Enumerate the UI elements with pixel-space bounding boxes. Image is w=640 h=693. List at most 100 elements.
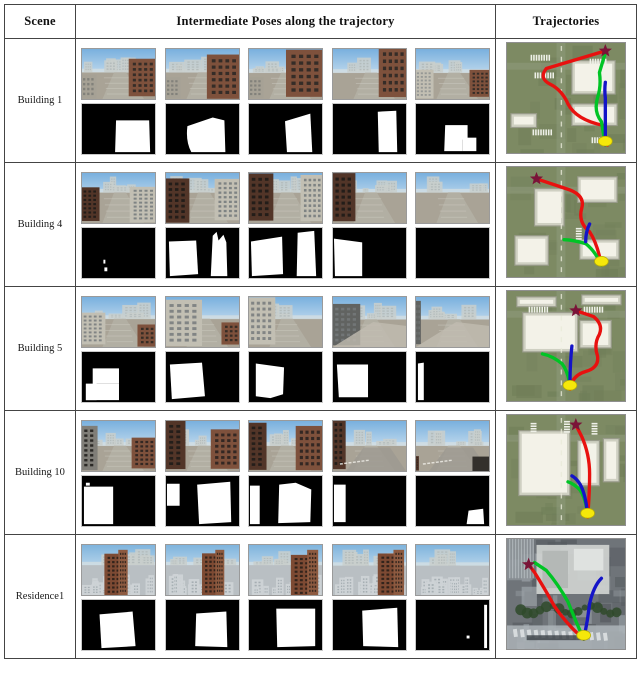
table-row: Building 10 bbox=[5, 411, 637, 535]
intermediate-poses-cell bbox=[76, 39, 496, 163]
scene-label: Building 1 bbox=[18, 95, 63, 106]
trajectory-map bbox=[506, 414, 626, 526]
pose-strip bbox=[78, 172, 493, 279]
segmentation-mask-image bbox=[332, 599, 407, 651]
trajectory-map bbox=[506, 290, 626, 402]
header-intermediate-poses: Intermediate Poses along the trajectory bbox=[76, 5, 496, 39]
pose-pair bbox=[415, 172, 490, 279]
pose-strip bbox=[78, 544, 493, 651]
pose-strip bbox=[78, 48, 493, 155]
rgb-view-image bbox=[248, 420, 323, 472]
segmentation-mask-image bbox=[165, 103, 240, 155]
rgb-view-image bbox=[332, 172, 407, 224]
rgb-view-image bbox=[165, 544, 240, 596]
pose-pair bbox=[165, 172, 240, 279]
rgb-view-image bbox=[165, 172, 240, 224]
header-trajectories: Trajectories bbox=[496, 5, 637, 39]
figure-page: Scene Intermediate Poses along the traje… bbox=[0, 4, 640, 693]
segmentation-mask-image bbox=[332, 227, 407, 279]
rgb-view-image bbox=[81, 420, 156, 472]
rgb-view-image bbox=[415, 544, 490, 596]
trajectory-cell bbox=[496, 535, 637, 659]
segmentation-mask-image bbox=[248, 351, 323, 403]
segmentation-mask-image bbox=[332, 475, 407, 527]
segmentation-mask-image bbox=[81, 351, 156, 403]
scene-label: Building 4 bbox=[18, 219, 63, 230]
segmentation-mask-image bbox=[332, 103, 407, 155]
segmentation-mask-image bbox=[415, 103, 490, 155]
pose-pair bbox=[165, 420, 240, 527]
pose-pair bbox=[332, 172, 407, 279]
rgb-view-image bbox=[165, 296, 240, 348]
segmentation-mask-image bbox=[165, 599, 240, 651]
pose-pair bbox=[81, 48, 156, 155]
scene-label-cell: Building 1 bbox=[5, 39, 76, 163]
segmentation-mask-image bbox=[248, 227, 323, 279]
segmentation-mask-image bbox=[248, 599, 323, 651]
rgb-view-image bbox=[415, 48, 490, 100]
rgb-view-image bbox=[248, 544, 323, 596]
scene-label: Building 10 bbox=[15, 467, 65, 478]
table-row: Building 5 bbox=[5, 287, 637, 411]
pose-pair bbox=[248, 420, 323, 527]
rgb-view-image bbox=[81, 296, 156, 348]
segmentation-mask-image bbox=[415, 351, 490, 403]
rgb-view-image bbox=[81, 48, 156, 100]
pose-strip bbox=[78, 296, 493, 403]
pose-pair bbox=[165, 296, 240, 403]
pose-pair bbox=[332, 48, 407, 155]
header-scene: Scene bbox=[5, 5, 76, 39]
intermediate-poses-cell bbox=[76, 287, 496, 411]
rgb-view-image bbox=[248, 48, 323, 100]
segmentation-mask-image bbox=[165, 475, 240, 527]
pose-pair bbox=[165, 544, 240, 651]
segmentation-mask-image bbox=[81, 475, 156, 527]
pose-pair bbox=[165, 48, 240, 155]
segmentation-mask-image bbox=[165, 227, 240, 279]
scene-label-cell: Building 10 bbox=[5, 411, 76, 535]
rgb-view-image bbox=[332, 48, 407, 100]
rgb-view-image bbox=[165, 48, 240, 100]
scene-label-cell: Building 4 bbox=[5, 163, 76, 287]
rgb-view-image bbox=[415, 420, 490, 472]
pose-strip bbox=[78, 420, 493, 527]
table-body: Building 1 Building 4 bbox=[5, 39, 637, 659]
segmentation-mask-image bbox=[415, 475, 490, 527]
table-row: Building 1 bbox=[5, 39, 637, 163]
trajectory-map bbox=[506, 538, 626, 650]
segmentation-mask-image bbox=[248, 475, 323, 527]
pose-pair bbox=[248, 48, 323, 155]
trajectory-cell bbox=[496, 163, 637, 287]
pose-pair bbox=[415, 296, 490, 403]
pose-pair bbox=[332, 296, 407, 403]
segmentation-mask-image bbox=[81, 599, 156, 651]
results-table: Scene Intermediate Poses along the traje… bbox=[4, 4, 637, 659]
pose-pair bbox=[248, 172, 323, 279]
segmentation-mask-image bbox=[415, 227, 490, 279]
rgb-view-image bbox=[332, 544, 407, 596]
segmentation-mask-image bbox=[165, 351, 240, 403]
trajectory-map bbox=[506, 166, 626, 278]
segmentation-mask-image bbox=[248, 103, 323, 155]
pose-pair bbox=[415, 420, 490, 527]
rgb-view-image bbox=[332, 420, 407, 472]
pose-pair bbox=[81, 296, 156, 403]
table-header-row: Scene Intermediate Poses along the traje… bbox=[5, 5, 637, 39]
rgb-view-image bbox=[415, 296, 490, 348]
trajectory-cell bbox=[496, 411, 637, 535]
trajectory-cell bbox=[496, 287, 637, 411]
segmentation-mask-image bbox=[415, 599, 490, 651]
scene-label-cell: Residence1 bbox=[5, 535, 76, 659]
pose-pair bbox=[248, 296, 323, 403]
rgb-view-image bbox=[81, 544, 156, 596]
pose-pair bbox=[332, 420, 407, 527]
pose-pair bbox=[415, 48, 490, 155]
pose-pair bbox=[81, 172, 156, 279]
scene-label: Residence1 bbox=[16, 591, 64, 602]
scene-label: Building 5 bbox=[18, 343, 63, 354]
trajectory-cell bbox=[496, 39, 637, 163]
segmentation-mask-image bbox=[332, 351, 407, 403]
pose-pair bbox=[248, 544, 323, 651]
pose-pair bbox=[81, 420, 156, 527]
segmentation-mask-image bbox=[81, 227, 156, 279]
